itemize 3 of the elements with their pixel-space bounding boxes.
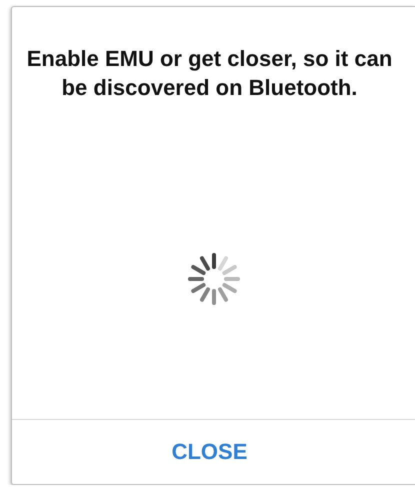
dialog-message: Enable EMU or get closer, so it can be discovered on Bluetooth. <box>26 45 394 102</box>
loading-spinner-icon <box>186 252 240 306</box>
close-button[interactable]: CLOSE <box>160 433 260 471</box>
